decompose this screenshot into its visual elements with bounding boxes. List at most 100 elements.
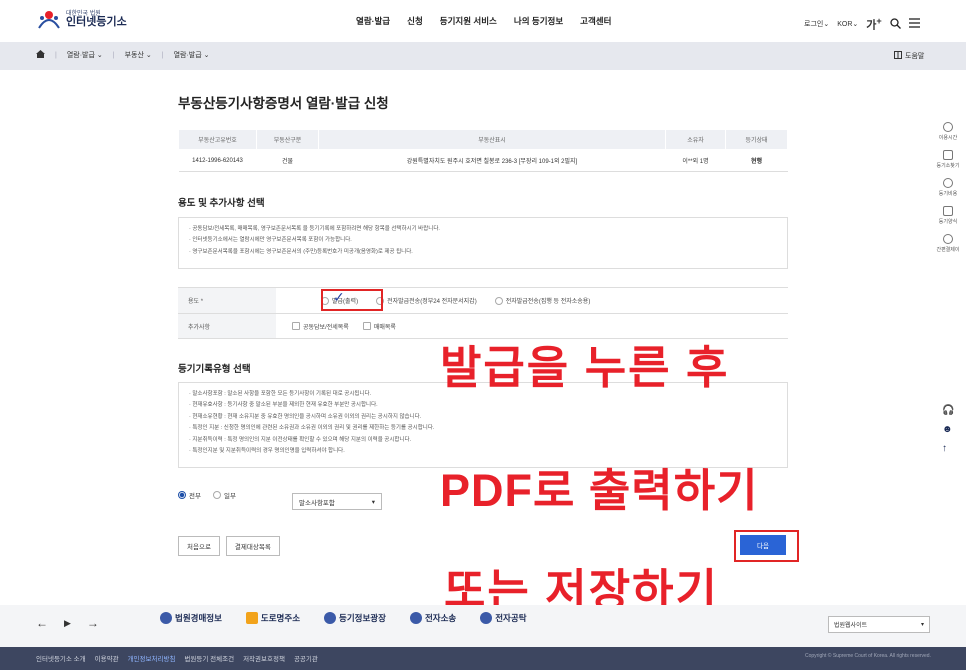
footer-link-privacy[interactable]: 개인정보처리방침 bbox=[128, 653, 176, 663]
scope-option-all[interactable]: 전부 bbox=[178, 490, 201, 500]
extra-label: 추가사항 bbox=[178, 314, 276, 338]
table-header-row: 부동산고유번호 부동산구분 부동산표시 소유자 등기상태 bbox=[178, 129, 788, 150]
nav-apply[interactable]: 신청 bbox=[407, 15, 423, 27]
property-address: 강원특별자치도 원주시 호저면 칠봉로 236-3 [무장리 109-1외 2필… bbox=[318, 149, 666, 172]
notice-line: 현재소유현황 : 현재 소유지분 중 유효한 명의인을 공시하며 소유권 이외의… bbox=[189, 412, 777, 423]
column-header: 소유자 bbox=[665, 129, 726, 150]
radio-button[interactable] bbox=[178, 491, 186, 499]
search-icon[interactable] bbox=[890, 18, 901, 31]
usage-notice: 공동담보/전세목록, 매매목록, 영구보존문서목록 을 등기기록에 포함하려면 … bbox=[178, 217, 788, 269]
breadcrumb-separator: | bbox=[112, 51, 115, 59]
court-emblem-icon bbox=[409, 612, 422, 624]
radio-button[interactable] bbox=[212, 491, 221, 499]
banner-logos: 법원경매정보 도로명주소 등기정보광장 전자소송 전자공탁 bbox=[160, 612, 527, 624]
banner-controls: ← ▶ → bbox=[36, 616, 99, 630]
scope-option-part[interactable]: 일부 bbox=[212, 490, 236, 500]
hamburger-menu-icon[interactable] bbox=[908, 18, 920, 30]
usage-option-e-litigation[interactable]: 전자발급전송(집행 등 전자소송용) bbox=[494, 296, 590, 305]
arrow-up-icon[interactable]: ↑ bbox=[942, 443, 954, 454]
action-buttons: 처음으로 결제대상목록 bbox=[178, 536, 280, 556]
property-table: 부동산고유번호 부동산구분 부동산표시 소유자 등기상태 1412-1996-6… bbox=[178, 129, 788, 172]
breadcrumb-item-current[interactable]: 열람·발급 ⌄ bbox=[174, 50, 210, 60]
check-mark-icon: ✓ bbox=[333, 289, 345, 305]
notice-line: 특정인지분 및 지분취득이력의 경우 명의인명을 입력하셔야 합니다. bbox=[189, 446, 777, 457]
banner-court-auction[interactable]: 법원경매정보 bbox=[160, 612, 222, 624]
record-type-select[interactable]: 말소사항포함 ▾ bbox=[292, 493, 382, 510]
quick-item-easy-pay[interactable]: 간편결제이 bbox=[936, 234, 960, 253]
next-button[interactable]: 다음 bbox=[740, 535, 786, 555]
banner-e-litigation[interactable]: 전자소송 bbox=[409, 612, 456, 624]
quick-item-fee[interactable]: 등기비용 bbox=[939, 178, 957, 197]
banner-road-address[interactable]: 도로명주소 bbox=[245, 612, 300, 624]
quick-item-forms[interactable]: 등기양식 bbox=[939, 206, 957, 225]
footer-link-terms[interactable]: 이용약관 bbox=[95, 653, 119, 663]
breadcrumb-item-real-estate[interactable]: 부동산 ⌄ bbox=[125, 50, 152, 60]
headset-icon[interactable]: 🎧 bbox=[942, 405, 954, 416]
chatbot-icon[interactable]: ☻ bbox=[942, 424, 954, 435]
radio-button[interactable] bbox=[494, 296, 503, 305]
nav-customer-center[interactable]: 고객센터 bbox=[580, 15, 611, 27]
chevron-down-icon: ⌄ bbox=[203, 52, 210, 59]
copyright-text: Copyright © Supreme Court of Korea. All … bbox=[805, 653, 931, 659]
home-icon[interactable] bbox=[36, 50, 45, 60]
payment-list-button[interactable]: 결제대상목록 bbox=[225, 536, 280, 556]
quick-item-hours[interactable]: 이용시간 bbox=[939, 122, 957, 141]
footer-link-about[interactable]: 인터넷등기소 소개 bbox=[36, 653, 86, 663]
logo-title: 인터넷등기소 bbox=[66, 16, 127, 29]
family-site-select[interactable]: 법원웹사이트 ▾ bbox=[828, 616, 930, 633]
extra-row: 추가사항 공동담보/전세목록 매매목록 bbox=[178, 313, 788, 339]
usage-option-gov24[interactable]: 전자발급전송(정부24 전자문서지갑) bbox=[376, 296, 477, 305]
page-title: 부동산등기사항증명서 열람·발급 신청 bbox=[178, 96, 389, 111]
record-section-title: 등기기록유형 선택 bbox=[178, 364, 251, 375]
notice-line: 특정인 지분 : 신청한 명의인에 관련된 소유권과 소유권 이외의 권리 및 … bbox=[189, 423, 777, 434]
breadcrumb-item-view-issue[interactable]: 열람·발급 ⌄ bbox=[67, 50, 103, 60]
extra-option-sales[interactable]: 매매목록 bbox=[362, 322, 396, 331]
help-button[interactable]: 도움말 bbox=[894, 51, 924, 61]
column-header: 등기상태 bbox=[725, 129, 788, 150]
banner-registry-plaza[interactable]: 등기정보광장 bbox=[324, 612, 386, 624]
chevron-down-icon: ⌄ bbox=[145, 52, 152, 59]
highlight-box-print bbox=[321, 289, 383, 311]
notice-line: 인터넷등기소에서는 열람시에만 영구보존문서목록 포함이 가능합니다. bbox=[189, 235, 777, 246]
checkbox[interactable] bbox=[292, 322, 300, 330]
checkbox[interactable] bbox=[362, 322, 371, 330]
court-emblem-icon bbox=[160, 612, 172, 624]
house-icon bbox=[245, 612, 258, 624]
usage-section-title: 용도 및 추가사항 선택 bbox=[178, 198, 265, 209]
overlay-text-line-2: PDF로 출력하기 bbox=[440, 465, 759, 516]
main-nav: 열람·발급 신청 등기지원 서비스 나의 등기정보 고객센터 bbox=[356, 15, 611, 27]
font-size-button[interactable]: 가+ bbox=[866, 16, 881, 33]
quick-menu: 이용시간 등기소찾기 등기비용 등기양식 간편결제이 bbox=[930, 122, 966, 253]
table-row: 1412-1996-620143 건물 강원특별자치도 원주시 호저면 칠봉로 … bbox=[178, 149, 788, 172]
record-notice: 말소사항포함 : 말소된 사항을 포함한 모든 등기사항이 기록된 대로 공시됩… bbox=[178, 382, 788, 468]
arrow-right-icon[interactable]: → bbox=[87, 616, 99, 630]
floating-buttons: 🎧 ☻ ↑ bbox=[942, 405, 954, 454]
column-header: 부동산고유번호 bbox=[178, 129, 257, 150]
court-emblem-icon bbox=[324, 612, 337, 624]
nav-support[interactable]: 등기지원 서비스 bbox=[440, 15, 497, 27]
site-logo[interactable]: 대한민국 법원 인터넷등기소 bbox=[36, 8, 127, 32]
extra-option-collateral[interactable]: 공동담보/전세목록 bbox=[292, 322, 349, 331]
login-link[interactable]: 로그인⌄ bbox=[804, 19, 829, 29]
play-icon[interactable]: ▶ bbox=[64, 616, 71, 630]
clock-icon bbox=[943, 122, 953, 132]
property-id: 1412-1996-620143 bbox=[178, 149, 257, 172]
footer-links: 인터넷등기소 소개 이용약관 개인정보처리방침 법원등기 전체조건 저작권보호정… bbox=[36, 653, 318, 663]
notice-line: 현재유효사항 : 등기사항 중 말소된 부분을 제외한 현재 유효한 부분만 공… bbox=[189, 400, 777, 411]
footer-link-copyright[interactable]: 저작권보호정책 bbox=[243, 653, 285, 663]
first-button[interactable]: 처음으로 bbox=[178, 536, 220, 556]
nav-my-info[interactable]: 나의 등기정보 bbox=[514, 15, 563, 27]
quick-item-find-office[interactable]: 등기소찾기 bbox=[936, 150, 960, 169]
building-icon bbox=[942, 150, 953, 160]
footer-link-conditions[interactable]: 법원등기 전체조건 bbox=[184, 653, 234, 663]
property-owner: 이**외 1명 bbox=[665, 149, 726, 172]
banner-e-deposit[interactable]: 전자공탁 bbox=[480, 612, 527, 624]
caret-down-icon: ▾ bbox=[371, 498, 375, 506]
footer-link-public[interactable]: 공공기관 bbox=[294, 653, 318, 663]
document-icon bbox=[943, 206, 953, 216]
nav-view-issue[interactable]: 열람·발급 bbox=[356, 15, 390, 27]
court-emblem-icon bbox=[36, 8, 62, 32]
chevron-down-icon: ⌄ bbox=[823, 21, 830, 29]
arrow-left-icon[interactable]: ← bbox=[36, 616, 48, 630]
language-select[interactable]: KOR⌄ bbox=[837, 20, 858, 28]
